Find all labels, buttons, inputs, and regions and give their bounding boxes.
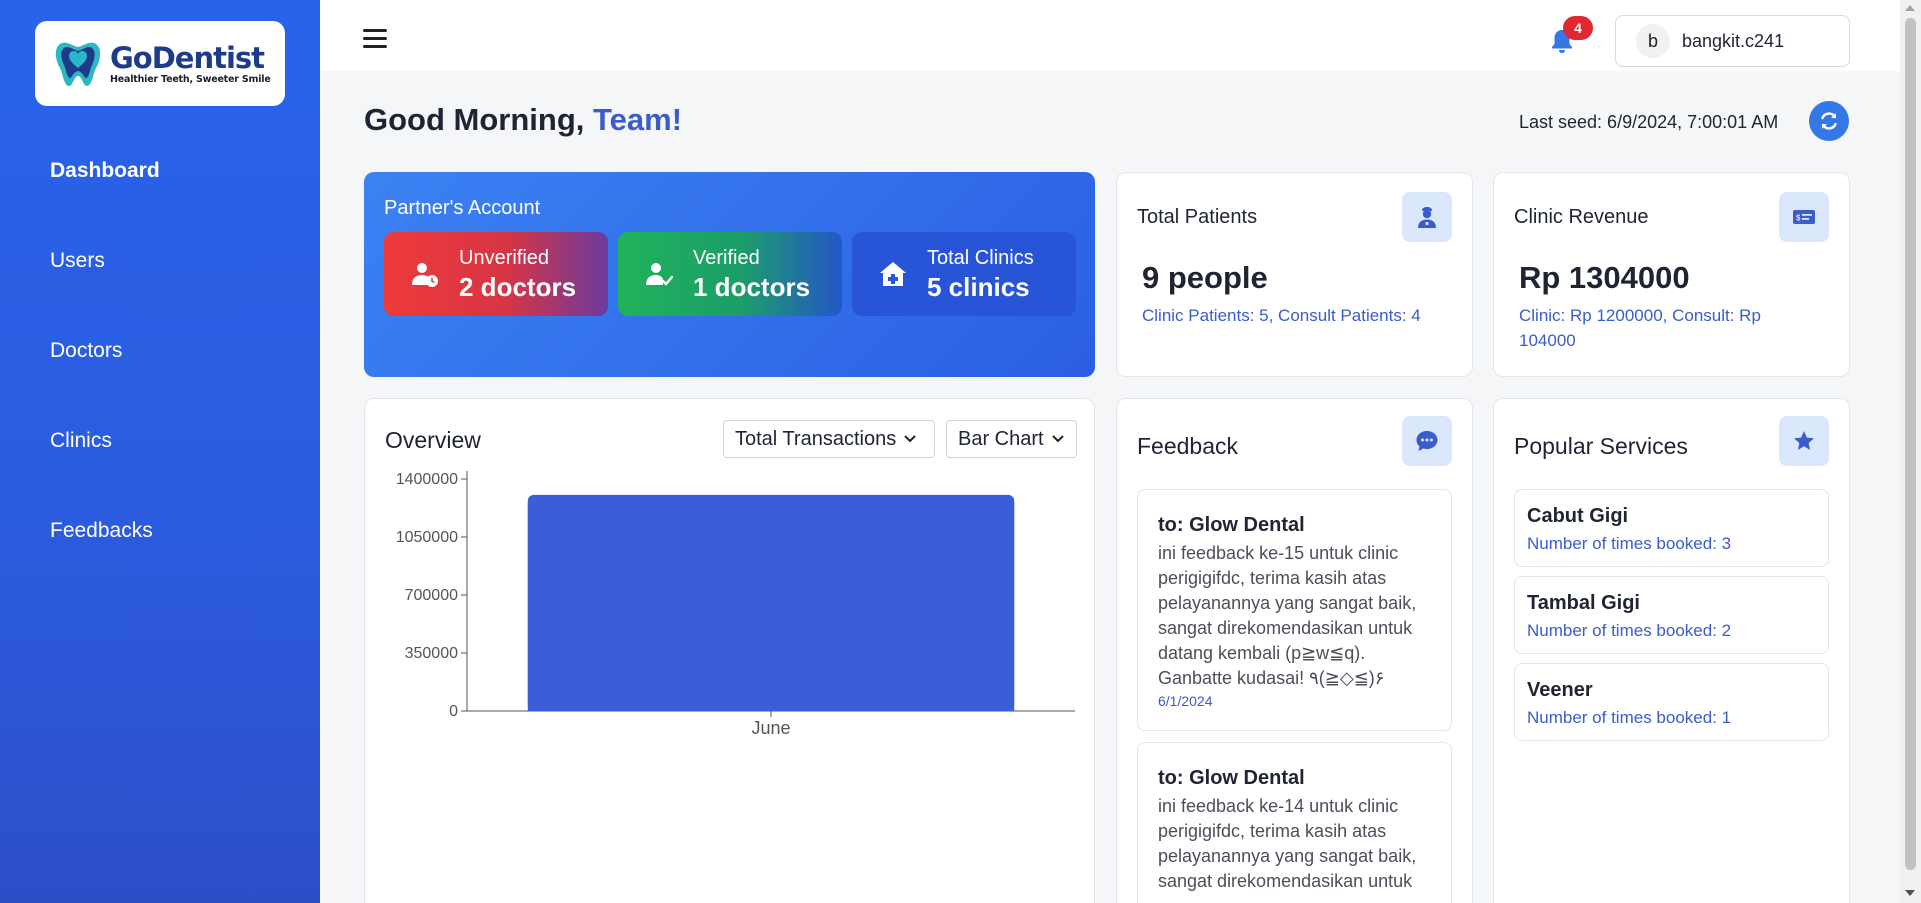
patients-icon-tile [1402,192,1452,242]
feedback-date: 6/1/2024 [1158,693,1213,709]
user-clock-icon [412,263,438,287]
sidebar-item-users[interactable]: Users [50,249,105,273]
feedback-item[interactable]: to: Glow Dental ini feedback ke-15 untuk… [1137,489,1452,731]
service-item-tambal-gigi[interactable]: Tambal Gigi Number of times booked: 2 [1514,576,1829,654]
sidebar-item-clinics[interactable]: Clinics [50,429,112,453]
avatar: b [1636,24,1670,58]
bar-body [527,502,1015,711]
clinics-value: 5 clinics [927,272,1030,302]
brand-tagline: Healthier Teeth, Sweeter Smile [110,73,271,85]
unverified-value: 2 doctors [459,272,577,302]
comment-dots-icon [1416,431,1438,451]
sidebar-item-dashboard[interactable]: Dashboard [50,159,160,183]
feedback-recipient: to: Glow Dental [1158,514,1305,536]
feedback-text: ini feedback ke-15 untuk clinic perigigi… [1158,543,1417,688]
y-tick-label: 0 [449,703,458,720]
clinic-revenue-title: Clinic Revenue [1514,206,1649,228]
service-item-cabut-gigi[interactable]: Cabut Gigi Number of times booked: 3 [1514,489,1829,567]
chevron-down-icon [1051,435,1064,443]
scroll-up-arrow-icon[interactable] [1905,5,1915,11]
star-icon [1794,431,1814,450]
popular-services-card: Popular Services Cabut Gigi Number of ti… [1493,398,1850,903]
unverified-label: Unverified [459,247,550,269]
logo-text: GoDentist Healthier Teeth, Sweeter Smile [110,43,271,85]
service-item-veener[interactable]: Veener Number of times booked: 1 [1514,663,1829,741]
page-title: Good Morning, Team! [364,102,682,138]
service-name: Cabut Gigi [1527,505,1629,527]
feedback-title: Feedback [1137,433,1239,459]
clinics-label: Total Clinics [927,247,1034,269]
money-check-icon: $ [1793,210,1815,224]
sidebar: GoDentist Healthier Teeth, Sweeter Smile… [0,0,320,903]
service-name: Veener [1527,679,1593,701]
feedback-recipient: to: Glow Dental [1158,767,1305,789]
partner-account-card: Partner's Account Unverified 2 doctors V… [364,172,1095,377]
unverified-doctors-card[interactable]: Unverified 2 doctors [384,232,608,316]
y-tick-label: 350000 [405,645,458,662]
service-count: Number of times booked: 1 [1527,708,1732,727]
metric-select-value: Total Transactions [735,427,897,450]
chart-type-select[interactable]: Bar Chart [946,420,1077,458]
feedback-card: Feedback to: Glow Dental ini feedback ke… [1116,398,1473,903]
menu-toggle-icon[interactable] [363,29,387,49]
verified-doctors-card[interactable]: Verified 1 doctors [618,232,842,316]
revenue-icon-tile: $ [1779,192,1829,242]
user-check-icon [646,263,674,286]
top-bar: 4 b bangkit.c241 [320,0,1900,71]
page-scrollbar[interactable] [1900,0,1921,903]
feedback-text: ini feedback ke-14 untuk clinic perigigi… [1158,796,1417,891]
clinic-revenue-value: Rp 1304000 [1519,260,1690,295]
doctor-user-icon [1418,207,1436,228]
y-tick-label: 1400000 [396,471,458,488]
service-count: Number of times booked: 3 [1527,534,1732,553]
sidebar-item-feedbacks[interactable]: Feedbacks [50,519,153,543]
refresh-button[interactable] [1809,101,1849,141]
popular-services-title: Popular Services [1514,433,1688,459]
clinic-revenue-breakdown: Clinic: Rp 1200000, Consult: Rp 104000 [1519,306,1761,350]
clinic-house-icon [880,262,906,286]
sidebar-item-doctors[interactable]: Doctors [50,339,122,363]
logo[interactable]: GoDentist Healthier Teeth, Sweeter Smile [35,21,285,106]
x-tick-label: June [751,718,790,738]
popular-icon-tile [1779,416,1829,466]
refresh-icon [1821,112,1837,130]
feedback-item[interactable]: to: Glow Dental ini feedback ke-14 untuk… [1137,742,1452,903]
verified-label: Verified [693,247,760,269]
user-menu-button[interactable]: b bangkit.c241 [1615,15,1850,67]
overview-bar-chart: 0 350000 700000 1050000 1400000 June [396,471,1075,738]
verified-value: 1 doctors [693,272,811,302]
notification-badge: 4 [1563,16,1593,40]
username: bangkit.c241 [1682,30,1785,51]
overview-card: Overview Total Transactions Bar Chart 0 3… [364,398,1095,903]
greeting-prefix: Good Morning, [364,102,594,137]
y-tick-label: 1050000 [396,529,458,546]
total-patients-card: Total Patients 9 people Clinic Patients:… [1116,172,1473,377]
feedback-icon-tile [1402,416,1452,466]
brand-name: GoDentist [110,40,265,75]
total-patients-breakdown: Clinic Patients: 5, Consult Patients: 4 [1142,306,1421,325]
service-name: Tambal Gigi [1527,592,1640,614]
service-count: Number of times booked: 2 [1527,621,1732,640]
metric-select[interactable]: Total Transactions [723,420,935,458]
chevron-down-icon [904,435,916,443]
y-tick-label: 700000 [405,587,458,604]
tooth-logo-icon [55,42,101,86]
clinic-revenue-card: Clinic Revenue $ Rp 1304000 Clinic: Rp 1… [1493,172,1850,377]
total-clinics-card[interactable]: Total Clinics 5 clinics [852,232,1076,316]
scrollbar-thumb[interactable] [1905,18,1916,870]
chart-type-select-value: Bar Chart [958,427,1044,450]
svg-text:$: $ [1796,214,1801,223]
overview-title: Overview [385,427,481,453]
scroll-down-arrow-icon[interactable] [1905,890,1915,896]
total-patients-value: 9 people [1142,260,1268,295]
greeting-name: Team! [593,102,683,137]
total-patients-title: Total Patients [1137,206,1258,228]
last-seed-timestamp: Last seed: 6/9/2024, 7:00:01 AM [1519,112,1779,132]
partner-account-title: Partner's Account [384,197,541,219]
